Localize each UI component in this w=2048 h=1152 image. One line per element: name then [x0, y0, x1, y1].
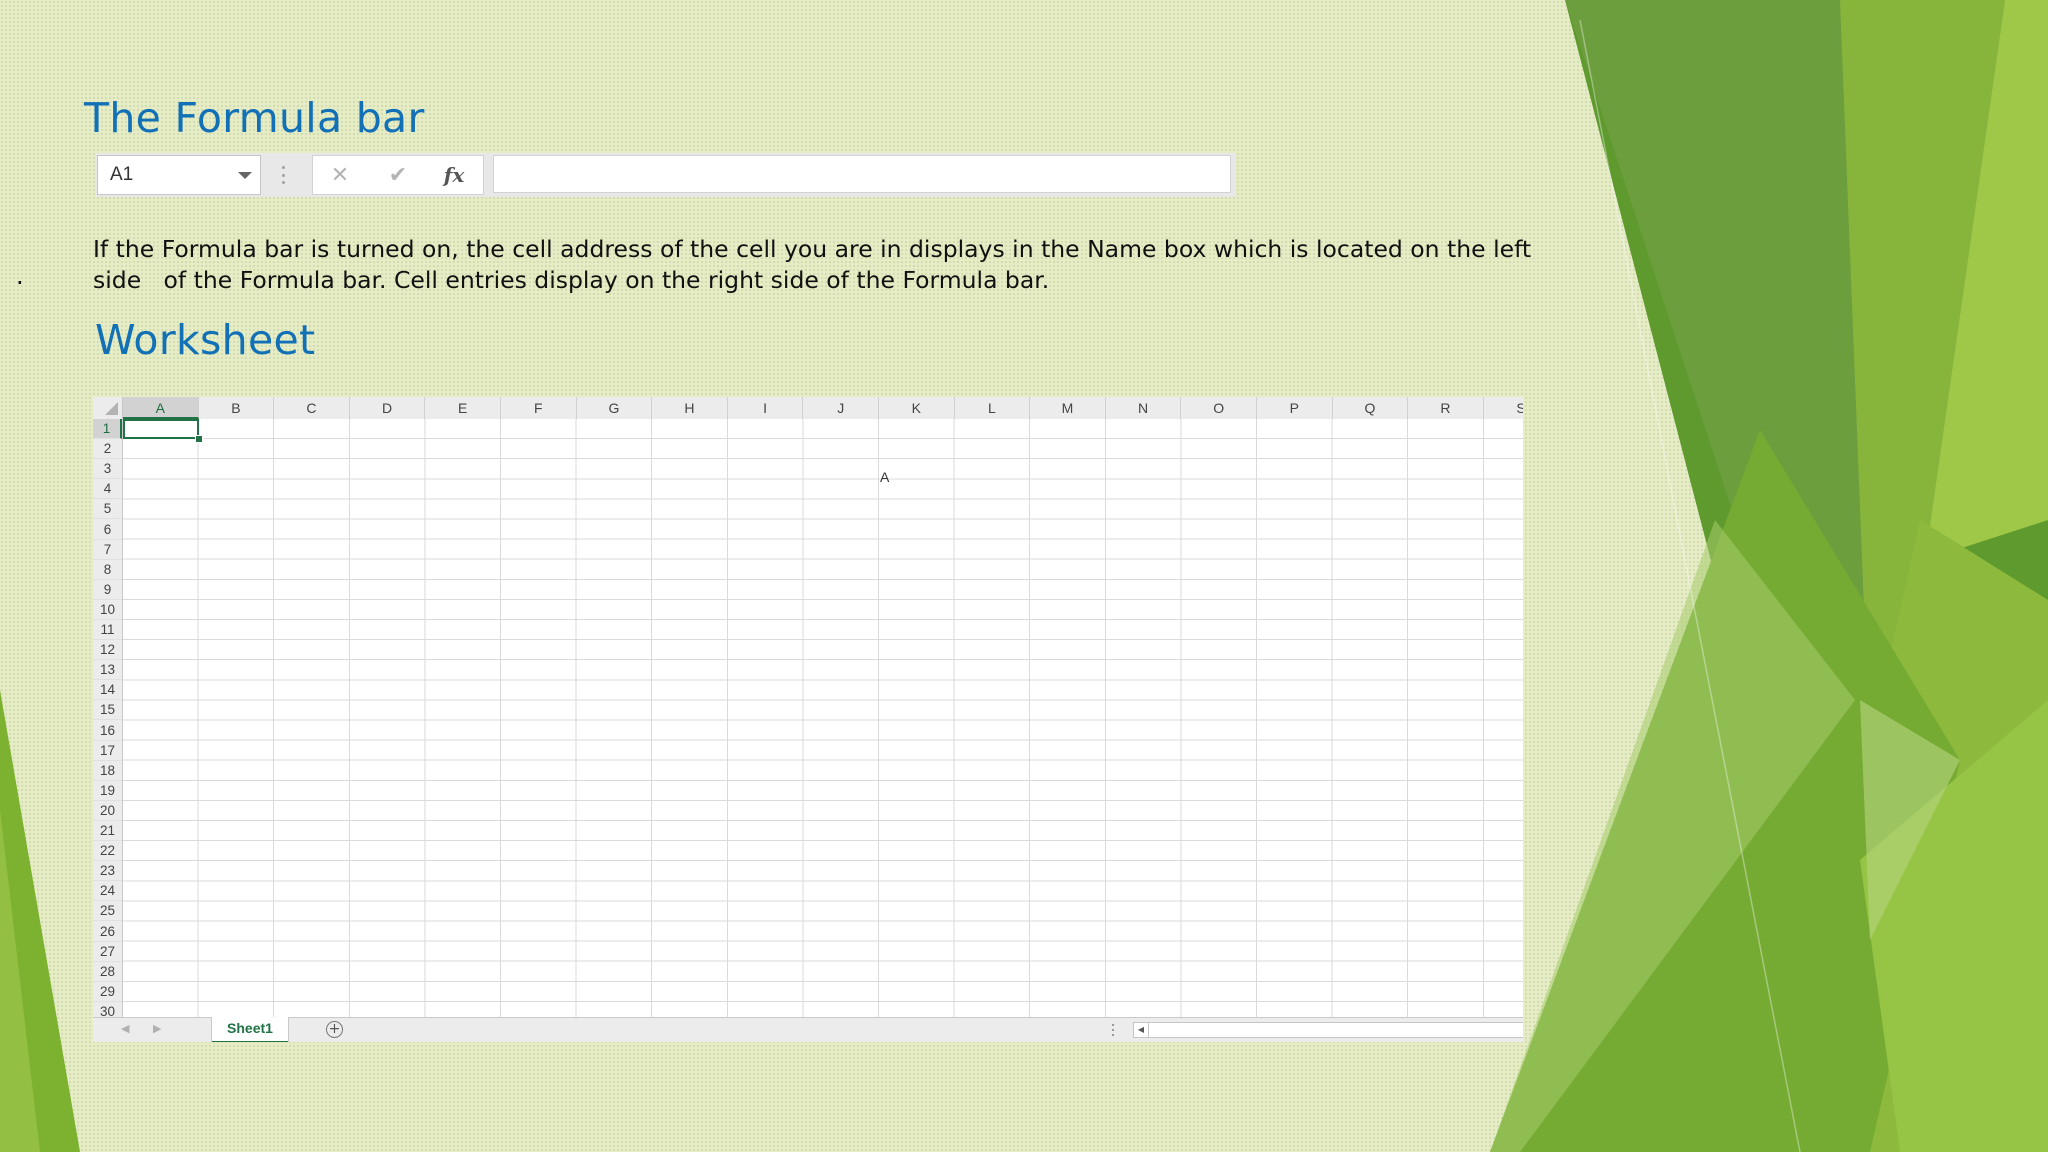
row-header-13[interactable]: 13: [93, 660, 122, 681]
column-header-c[interactable]: C: [274, 397, 350, 419]
row-headers: 1 2 3 4 5 6 7 8 9 10 11 12 13 14 15 16 17 18 19 20 21 22 23 24 2…: [93, 419, 123, 1022]
description-paragraph: If the Formula bar is turned on, the cel…: [93, 234, 1533, 296]
insert-function-icon[interactable]: fx: [439, 160, 469, 190]
column-header-l[interactable]: L: [955, 397, 1031, 419]
row-header-12[interactable]: 12: [93, 640, 122, 661]
tab-splitter-icon[interactable]: [1112, 1024, 1115, 1036]
sheet-tab-sheet1[interactable]: Sheet1: [212, 1017, 288, 1042]
worksheet-title: Worksheet: [95, 316, 316, 364]
column-header-k[interactable]: K: [879, 397, 955, 419]
column-header-e[interactable]: E: [425, 397, 501, 419]
name-box-value: A1: [110, 164, 134, 185]
horizontal-scrollbar[interactable]: ◀: [1133, 1022, 1523, 1038]
cell-k4-text[interactable]: A: [880, 469, 889, 485]
row-header-6[interactable]: 6: [93, 520, 122, 540]
row-header-1[interactable]: 1: [93, 419, 122, 440]
column-header-p[interactable]: P: [1257, 397, 1333, 419]
column-header-g[interactable]: G: [577, 397, 653, 419]
row-header-29[interactable]: 29: [93, 982, 122, 1002]
column-header-f[interactable]: F: [501, 397, 577, 419]
row-header-22[interactable]: 22: [93, 841, 122, 862]
sheet-tab-bar: ◀ ▶ Sheet1 + ◀: [93, 1017, 1523, 1042]
add-sheet-icon[interactable]: +: [326, 1021, 343, 1038]
enter-check-icon[interactable]: ✔: [383, 160, 413, 190]
column-header-o[interactable]: O: [1181, 397, 1257, 419]
row-header-8[interactable]: 8: [93, 560, 122, 580]
grip-icon[interactable]: [282, 166, 285, 184]
cell-grid[interactable]: [123, 419, 1523, 1017]
column-header-h[interactable]: H: [652, 397, 728, 419]
row-header-11[interactable]: 11: [93, 620, 122, 641]
column-header-b[interactable]: B: [199, 397, 275, 419]
paragraph-line-2: side of the Formula bar. Cell entries di…: [93, 266, 1050, 294]
row-header-10[interactable]: 10: [93, 600, 122, 620]
select-all-corner[interactable]: [93, 397, 123, 419]
row-header-21[interactable]: 21: [93, 821, 122, 842]
name-box[interactable]: A1: [97, 155, 261, 195]
row-header-9[interactable]: 9: [93, 580, 122, 600]
row-header-26[interactable]: 26: [93, 922, 122, 942]
column-header-r[interactable]: R: [1408, 397, 1484, 419]
column-header-a[interactable]: A: [123, 397, 199, 419]
row-header-15[interactable]: 15: [93, 700, 122, 721]
column-header-q[interactable]: Q: [1333, 397, 1409, 419]
fill-handle[interactable]: [195, 435, 203, 443]
column-header-i[interactable]: I: [728, 397, 804, 419]
active-cell-outline[interactable]: [123, 419, 199, 439]
row-header-28[interactable]: 28: [93, 962, 122, 982]
previous-sheet-icon[interactable]: ◀: [121, 1022, 129, 1035]
cancel-icon[interactable]: ✕: [325, 160, 355, 190]
worksheet: ABCDEFGHIJKLMNOPQRS 1 2 3 4 5 6 7 8 9 10 11 12 13 14 1…: [93, 397, 1523, 1042]
column-header-n[interactable]: N: [1106, 397, 1182, 419]
column-header-s[interactable]: S: [1484, 397, 1523, 419]
row-header-2[interactable]: 2: [93, 439, 122, 460]
formula-bar: A1 ✕ ✔ fx: [95, 153, 1235, 197]
paragraph-line-1: If the Formula bar is turned on, the cel…: [93, 235, 1532, 263]
scroll-left-icon[interactable]: ◀: [1134, 1023, 1149, 1037]
column-header-j[interactable]: J: [803, 397, 879, 419]
next-sheet-icon[interactable]: ▶: [153, 1022, 161, 1035]
row-header-18[interactable]: 18: [93, 761, 122, 781]
formula-input[interactable]: [493, 155, 1231, 193]
row-header-23[interactable]: 23: [93, 861, 122, 882]
row-header-4[interactable]: 4: [93, 479, 122, 500]
row-header-16[interactable]: 16: [93, 721, 122, 741]
row-header-3[interactable]: 3: [93, 459, 122, 480]
row-header-14[interactable]: 14: [93, 680, 122, 701]
row-header-24[interactable]: 24: [93, 881, 122, 902]
column-headers: ABCDEFGHIJKLMNOPQRS: [93, 397, 1523, 420]
formula-bar-title: The Formula bar: [84, 94, 425, 142]
row-header-27[interactable]: 27: [93, 942, 122, 962]
row-header-25[interactable]: 25: [93, 901, 122, 922]
row-header-20[interactable]: 20: [93, 801, 122, 821]
row-header-7[interactable]: 7: [93, 540, 122, 560]
row-header-17[interactable]: 17: [93, 741, 122, 761]
bullet-mark: .: [16, 262, 24, 290]
column-header-d[interactable]: D: [350, 397, 426, 419]
row-header-19[interactable]: 19: [93, 781, 122, 801]
formula-buttons: ✕ ✔ fx: [312, 155, 484, 195]
column-header-m[interactable]: M: [1030, 397, 1106, 419]
row-header-5[interactable]: 5: [93, 499, 122, 520]
chevron-down-icon[interactable]: [238, 172, 252, 179]
